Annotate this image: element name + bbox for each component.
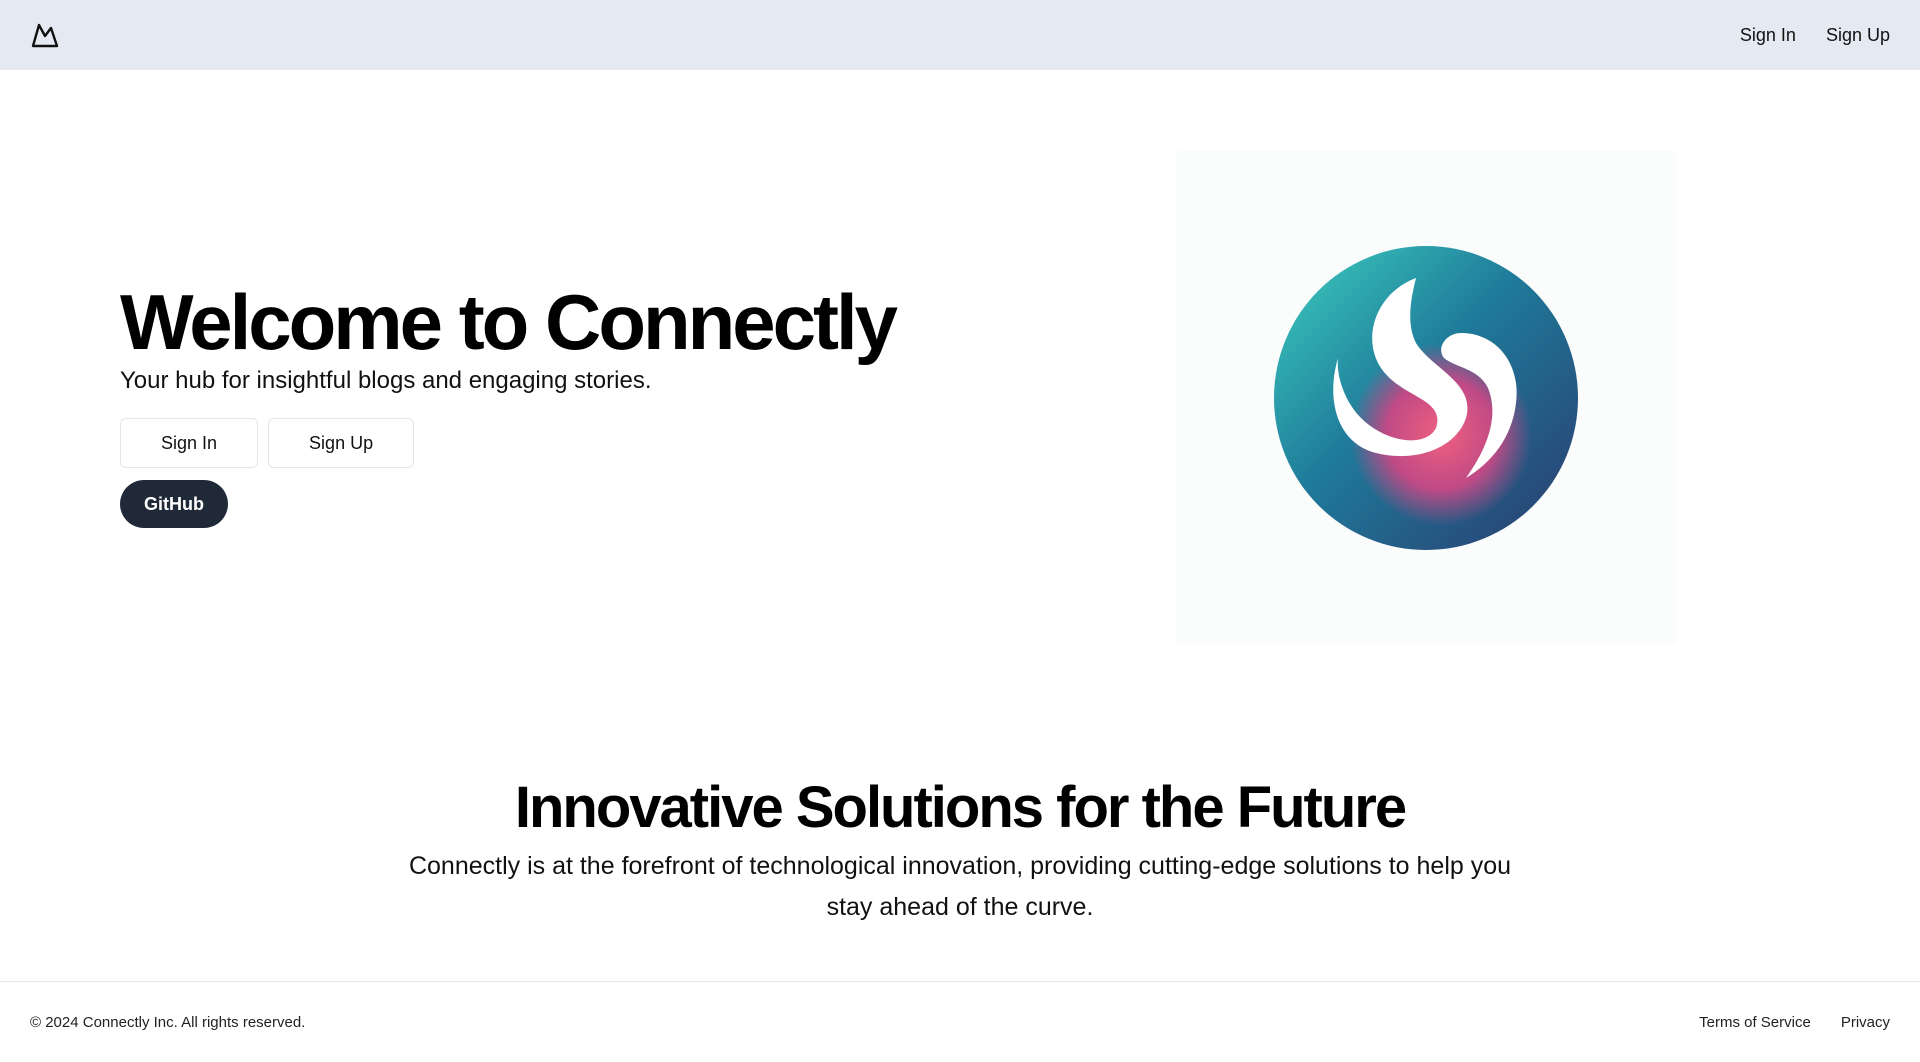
hero-image — [1176, 150, 1676, 645]
privacy-link[interactable]: Privacy — [1841, 1014, 1890, 1031]
sign-in-button[interactable]: Sign In — [120, 418, 259, 468]
connectly-swirl-logo — [1274, 245, 1578, 550]
sign-up-button[interactable]: Sign Up — [268, 418, 415, 468]
feature-title: Innovative Solutions for the Future — [514, 775, 1407, 840]
terms-of-service-link[interactable]: Terms of Service — [1699, 1014, 1811, 1031]
hero-title: Welcome to Connectly — [120, 278, 898, 366]
github-button[interactable]: GitHub — [120, 480, 228, 528]
footer-links: Terms of Service Privacy — [1699, 1014, 1890, 1031]
feature-section: Innovative Solutions for the Future Conn… — [0, 770, 1920, 928]
footer: © 2024 Connectly Inc. All rights reserve… — [0, 981, 1920, 1062]
top-nav: Sign In Sign Up — [1740, 25, 1890, 46]
hero-section: Welcome to Connectly Your hub for insigh… — [120, 280, 940, 528]
top-navbar: Sign In Sign Up — [0, 0, 1920, 70]
hero-subtitle: Your hub for insightful blogs and engagi… — [120, 367, 652, 394]
nav-sign-in-link[interactable]: Sign In — [1740, 25, 1796, 46]
nav-sign-up-link[interactable]: Sign Up — [1826, 25, 1890, 46]
hero-button-row: Sign In Sign Up — [120, 418, 940, 468]
feature-description: Connectly is at the forefront of technol… — [408, 852, 1512, 921]
copyright-text: © 2024 Connectly Inc. All rights reserve… — [30, 1013, 306, 1031]
mountain-icon[interactable] — [30, 20, 60, 50]
